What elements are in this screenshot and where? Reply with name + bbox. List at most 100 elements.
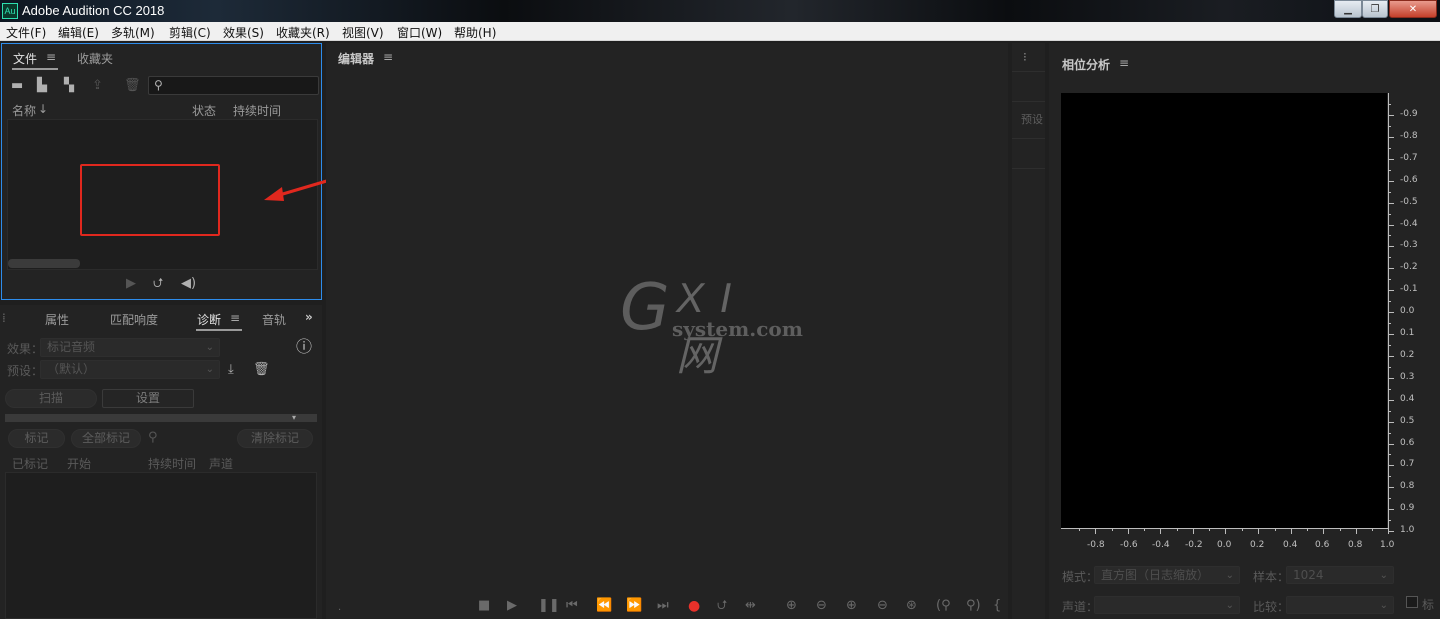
compare-label: 比较： — [1253, 600, 1290, 614]
chevron-down-icon: ⌄ — [1225, 570, 1234, 581]
time-indicator: . — [338, 602, 342, 613]
y-minor-tick-mark — [1388, 192, 1391, 193]
restore-button[interactable]: ❐ — [1362, 0, 1388, 18]
x-tick-mark — [1388, 528, 1389, 534]
x-tick-label: 0.2 — [1250, 540, 1265, 550]
mark-button[interactable]: 标记 — [8, 429, 65, 448]
settings-button[interactable]: 设置 — [102, 389, 194, 408]
close-button[interactable]: ✕ — [1389, 0, 1437, 18]
export-icon[interactable]: ⇪ — [92, 79, 103, 93]
zoom-in-right-icon[interactable]: ⚲) — [966, 599, 981, 613]
checkbox[interactable] — [1406, 596, 1418, 608]
info-icon[interactable]: ⓘ — [296, 339, 312, 355]
fast-forward-icon[interactable]: ⏩ — [626, 599, 642, 613]
play-icon[interactable]: ▶ — [507, 599, 517, 613]
column-marked[interactable]: 已标记 — [12, 455, 48, 472]
x-tick-mark — [1323, 528, 1324, 534]
channel-dropdown[interactable]: ⌄ — [1094, 596, 1240, 614]
panel-menu-icon[interactable]: ≡ — [46, 50, 56, 64]
stop-icon[interactable]: ■ — [478, 599, 490, 613]
tab-files[interactable]: 文件 — [13, 50, 37, 67]
panel-menu-icon[interactable]: ≡ — [383, 50, 393, 64]
zoom-selection-icon[interactable]: { — [993, 599, 1001, 613]
mode-dropdown[interactable]: 直方图（日志缩放） ⌄ — [1094, 566, 1240, 584]
menu-window[interactable]: 窗口(W) — [397, 24, 442, 41]
menu-clip[interactable]: 剪辑(C) — [169, 24, 211, 41]
panel-options-icon[interactable]: ⁝ — [1023, 50, 1027, 64]
panel-menu-icon[interactable]: ≡ — [230, 311, 240, 325]
menu-effects[interactable]: 效果(S) — [223, 24, 264, 41]
more-tabs-icon[interactable]: » — [305, 310, 313, 324]
to-end-icon[interactable]: ⏭ — [657, 599, 669, 613]
horizontal-scrollbar[interactable] — [8, 259, 80, 268]
tab-match-loudness[interactable]: 匹配响度 — [110, 311, 158, 328]
x-tick-label: -0.2 — [1185, 540, 1203, 550]
y-tick-mark — [1388, 465, 1394, 466]
menu-file[interactable]: 文件(F) — [6, 24, 46, 41]
pause-icon[interactable]: ❚❚ — [538, 599, 560, 613]
column-channel[interactable]: 声道 — [209, 455, 233, 472]
tab-overflow-left[interactable]: ⁞ — [2, 311, 6, 325]
collapse-icon[interactable]: ▾ — [292, 413, 296, 422]
search-icon[interactable]: ⚲ — [148, 431, 158, 445]
sample-dropdown[interactable]: 1024 ⌄ — [1286, 566, 1394, 584]
loop-icon[interactable]: ⮍ — [717, 599, 727, 613]
y-tick-label: 0.9 — [1400, 503, 1415, 513]
column-name[interactable]: 名称 — [12, 102, 36, 119]
menu-view[interactable]: 视图(V) — [342, 24, 384, 41]
compare-dropdown[interactable]: ⌄ — [1286, 596, 1394, 614]
tab-favorites[interactable]: 收藏夹 — [77, 50, 113, 67]
save-preset-icon[interactable]: ⤓ — [228, 363, 234, 377]
y-tick-label: -0.5 — [1400, 197, 1418, 207]
marked-list[interactable] — [5, 472, 317, 619]
column-duration[interactable]: 持续时间 — [148, 455, 196, 472]
window-title: Adobe Audition CC 2018 — [22, 3, 165, 18]
zoom-out-amp-icon[interactable]: ⊖ — [816, 599, 827, 613]
panel-menu-icon[interactable]: ≡ — [1119, 56, 1129, 70]
divider-bar[interactable] — [5, 414, 317, 422]
mark-all-button[interactable]: 全部标记 — [71, 429, 141, 448]
column-status[interactable]: 状态 — [192, 102, 216, 119]
new-file-icon[interactable]: ▚ — [64, 79, 74, 93]
y-minor-tick-mark — [1388, 433, 1391, 434]
tab-tracks[interactable]: 音轨 — [262, 311, 286, 328]
zoom-full-icon[interactable]: ⊛ — [906, 599, 917, 613]
loop-icon[interactable]: ⮍ — [153, 277, 163, 291]
x-tick-label: -0.4 — [1152, 540, 1170, 550]
minimize-button[interactable]: ▁ — [1334, 0, 1362, 18]
record-icon[interactable]: ● — [688, 599, 700, 613]
tab-diagnostics[interactable]: 诊断 — [197, 311, 221, 328]
y-tick-label: 0.1 — [1400, 328, 1415, 338]
skip-icon[interactable]: ⇹ — [745, 599, 756, 613]
menu-multitrack[interactable]: 多轨(M) — [111, 24, 155, 41]
rewind-icon[interactable]: ⏪ — [596, 599, 612, 613]
x-tick-label: 0.4 — [1283, 540, 1298, 550]
autoplay-icon[interactable]: ◀) — [181, 277, 196, 291]
watermark-site: system.com — [672, 317, 803, 341]
menu-help[interactable]: 帮助(H) — [454, 24, 496, 41]
column-duration[interactable]: 持续时间 — [233, 102, 281, 119]
menu-favorites[interactable]: 收藏夹(R) — [276, 24, 330, 41]
clear-marks-button[interactable]: 清除标记 — [237, 429, 313, 448]
open-folder-icon[interactable]: ▬ — [11, 79, 23, 93]
import-icon[interactable]: ▙ — [37, 79, 47, 93]
play-icon[interactable]: ▶ — [126, 277, 136, 291]
menu-edit[interactable]: 编辑(E) — [58, 24, 99, 41]
tab-properties[interactable]: 属性 — [45, 311, 69, 328]
y-minor-tick-mark — [1388, 476, 1391, 477]
column-start[interactable]: 开始 — [67, 455, 91, 472]
zoom-in-amp-icon[interactable]: ⊕ — [786, 599, 797, 613]
title-bar — [0, 0, 1440, 22]
zoom-in-left-icon[interactable]: (⚲ — [936, 599, 951, 613]
y-minor-tick-mark — [1388, 520, 1391, 521]
effect-dropdown[interactable]: 标记音频 ⌄ — [40, 338, 220, 357]
preset-dropdown[interactable]: （默认） ⌄ — [40, 360, 220, 379]
delete-preset-icon[interactable]: 🗑 — [253, 363, 270, 377]
preset-tab[interactable]: 预设 — [1021, 111, 1043, 127]
zoom-out-time-icon[interactable]: ⊖ — [877, 599, 888, 613]
scan-button[interactable]: 扫描 — [5, 389, 97, 408]
delete-icon[interactable]: 🗑 — [124, 79, 141, 93]
search-input[interactable]: ⚲ — [148, 76, 319, 95]
to-start-icon[interactable]: ⏮ — [566, 599, 578, 613]
zoom-in-time-icon[interactable]: ⊕ — [846, 599, 857, 613]
